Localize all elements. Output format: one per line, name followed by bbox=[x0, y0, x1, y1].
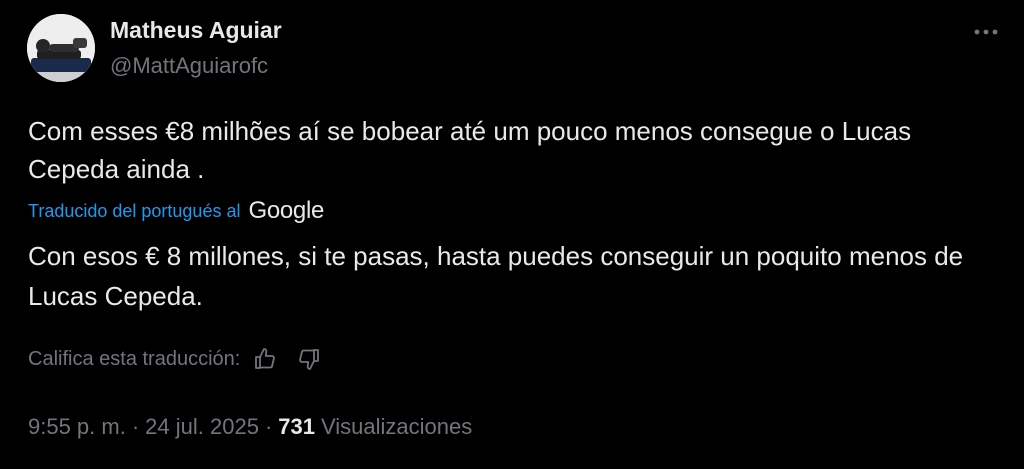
thumbs-down-icon bbox=[299, 349, 320, 370]
author-handle[interactable]: @MattAguiarofc bbox=[110, 53, 268, 79]
rate-translation-label: Califica esta traducción: bbox=[28, 347, 241, 370]
more-options-button[interactable] bbox=[968, 20, 1004, 44]
translated-text: Con esos € 8 millones, si te pasas, hast… bbox=[28, 241, 964, 311]
tweet-date[interactable]: 24 jul. 2025 bbox=[145, 414, 259, 440]
tweet-metadata: 9:55 p. m. · 24 jul. 2025 · 731 Visualiz… bbox=[28, 412, 472, 442]
views-label[interactable]: Visualizaciones bbox=[321, 414, 472, 440]
views-count[interactable]: 731 bbox=[278, 414, 315, 440]
rate-translation-row: Califica esta traducción: bbox=[28, 344, 340, 374]
separator: · bbox=[264, 414, 273, 439]
google-logo: Google bbox=[248, 197, 325, 224]
profile-photo-image bbox=[27, 14, 95, 82]
avatar[interactable] bbox=[27, 14, 95, 82]
tweet-text: Com esses €8 milhões aí se bobear até um… bbox=[28, 116, 912, 184]
more-dots-icon bbox=[974, 29, 998, 35]
thumbs-up-icon bbox=[255, 348, 276, 369]
translation-attribution: Traducido del portugués al Google bbox=[28, 196, 324, 226]
tweet-time[interactable]: 9:55 p. m. bbox=[28, 414, 126, 440]
author-display-name[interactable]: Matheus Aguiar bbox=[110, 17, 282, 44]
thumbs-down-button[interactable] bbox=[296, 346, 322, 372]
tweet-card: Matheus Aguiar @MattAguiarofc Com esses … bbox=[0, 0, 1024, 469]
translation-label[interactable]: Traducido del portugués al bbox=[28, 201, 240, 222]
thumbs-up-button[interactable] bbox=[252, 346, 278, 372]
separator: · bbox=[131, 414, 140, 439]
